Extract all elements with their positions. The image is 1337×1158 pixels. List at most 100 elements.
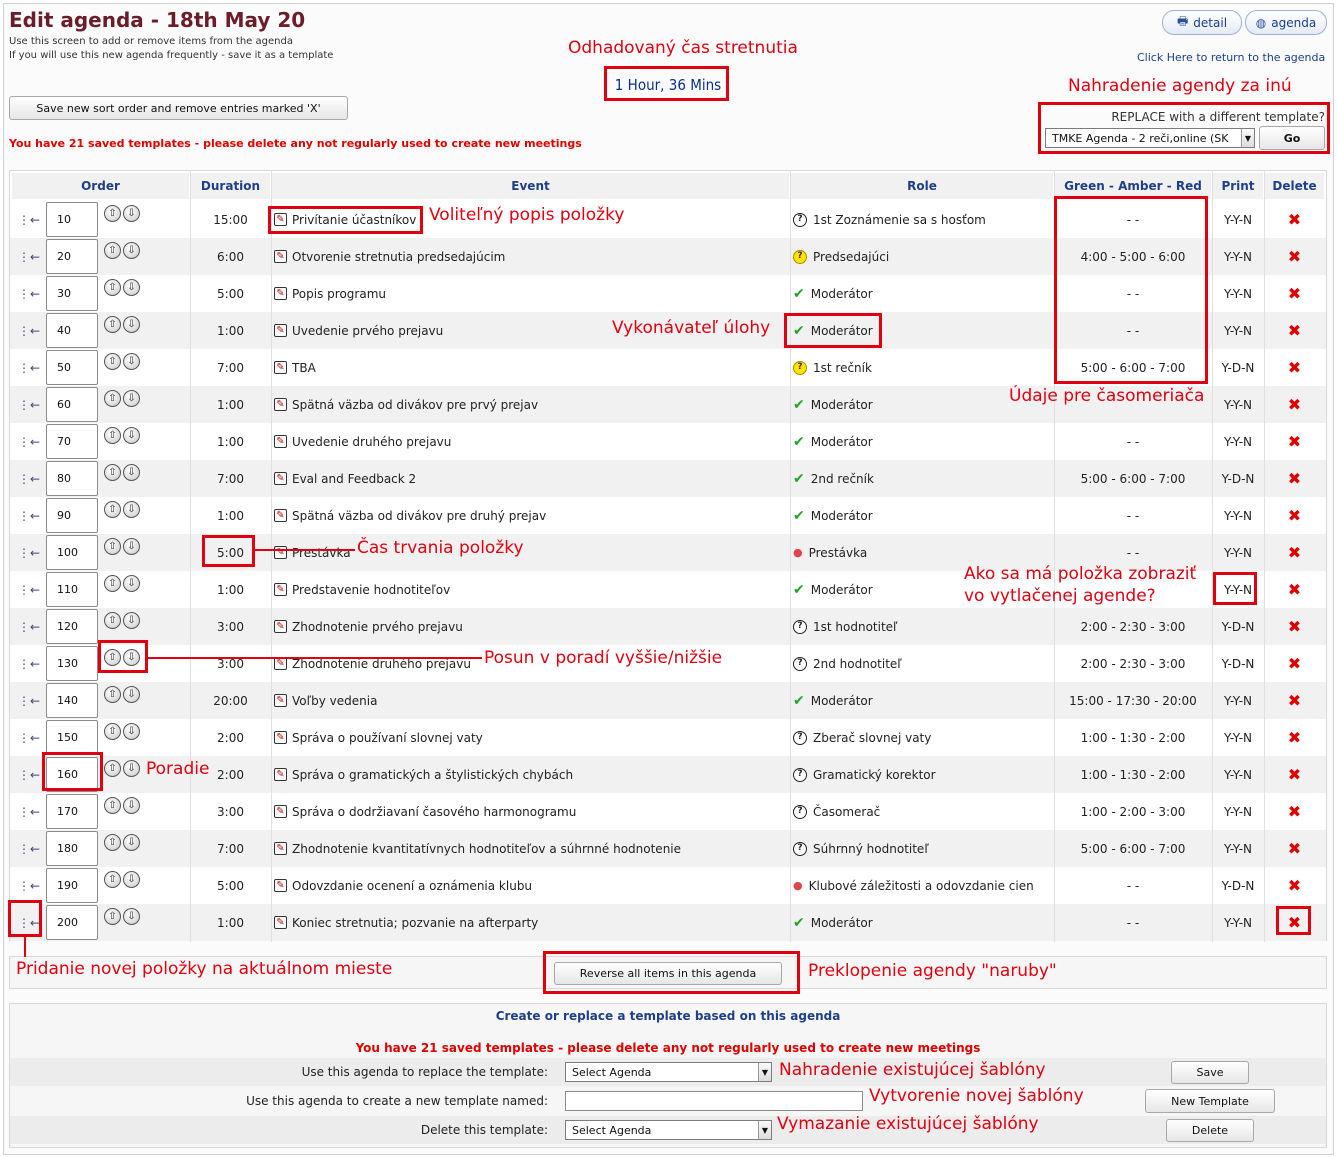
edit-icon[interactable]: ✎	[274, 879, 287, 892]
new-template-name-input[interactable]	[565, 1091, 863, 1111]
order-input[interactable]: 110	[46, 572, 98, 607]
move-down-icon[interactable]: ⇩	[123, 205, 140, 222]
delete-x-icon[interactable]: ✖	[1288, 433, 1301, 450]
new-template-button[interactable]: New Template	[1145, 1089, 1275, 1113]
delete-x-icon[interactable]: ✖	[1288, 396, 1301, 413]
edit-icon[interactable]: ✎	[274, 472, 287, 485]
delete-x-icon[interactable]: ✖	[1288, 359, 1301, 376]
order-input[interactable]: 130	[46, 646, 98, 681]
move-up-icon[interactable]: ⇧	[104, 501, 121, 518]
order-input[interactable]: 120	[46, 609, 98, 644]
insert-item-button[interactable]: ⋮←	[16, 275, 42, 312]
move-up-icon[interactable]: ⇧	[104, 427, 121, 444]
detail-button[interactable]: 🖶 detail	[1162, 10, 1242, 35]
insert-item-button[interactable]: ⋮←	[16, 793, 42, 830]
order-input[interactable]: 30	[46, 276, 98, 311]
delete-x-icon[interactable]: ✖	[1288, 211, 1301, 228]
insert-item-button[interactable]: ⋮←	[16, 867, 42, 904]
move-down-icon[interactable]: ⇩	[123, 686, 140, 703]
edit-icon[interactable]: ✎	[274, 731, 287, 744]
insert-item-button[interactable]: ⋮←	[16, 460, 42, 497]
agenda-button[interactable]: ◍ agenda	[1245, 10, 1327, 35]
insert-item-button[interactable]: ⋮←	[16, 719, 42, 756]
move-up-icon[interactable]: ⇧	[104, 242, 121, 259]
delete-x-icon[interactable]: ✖	[1288, 840, 1301, 857]
order-input[interactable]: 200	[46, 905, 98, 940]
delete-x-icon[interactable]: ✖	[1288, 470, 1301, 487]
delete-x-icon[interactable]: ✖	[1288, 877, 1301, 894]
move-up-icon[interactable]: ⇧	[104, 612, 121, 629]
move-up-icon[interactable]: ⇧	[104, 316, 121, 333]
move-up-icon[interactable]: ⇧	[104, 797, 121, 814]
move-down-icon[interactable]: ⇩	[123, 390, 140, 407]
save-template-button[interactable]: Save	[1171, 1061, 1249, 1084]
delete-x-icon[interactable]: ✖	[1288, 248, 1301, 265]
insert-item-button[interactable]: ⋮←	[16, 423, 42, 460]
order-input[interactable]: 50	[46, 350, 98, 385]
insert-item-button[interactable]: ⋮←	[16, 756, 42, 793]
move-up-icon[interactable]: ⇧	[104, 353, 121, 370]
move-up-icon[interactable]: ⇧	[104, 538, 121, 555]
move-up-icon[interactable]: ⇧	[104, 686, 121, 703]
move-up-icon[interactable]: ⇧	[104, 723, 121, 740]
edit-icon[interactable]: ✎	[274, 546, 287, 559]
edit-icon[interactable]: ✎	[274, 768, 287, 781]
insert-item-button[interactable]: ⋮←	[16, 238, 42, 275]
delete-x-icon[interactable]: ✖	[1288, 692, 1301, 709]
delete-x-icon[interactable]: ✖	[1288, 655, 1301, 672]
move-down-icon[interactable]: ⇩	[123, 242, 140, 259]
move-up-icon[interactable]: ⇧	[104, 908, 121, 925]
edit-icon[interactable]: ✎	[274, 694, 287, 707]
delete-x-icon[interactable]: ✖	[1288, 618, 1301, 635]
move-down-icon[interactable]: ⇩	[123, 723, 140, 740]
replace-template-dropdown[interactable]: Select Agenda ▼	[565, 1062, 772, 1082]
move-down-icon[interactable]: ⇩	[123, 834, 140, 851]
delete-x-icon[interactable]: ✖	[1288, 803, 1301, 820]
move-up-icon[interactable]: ⇧	[104, 575, 121, 592]
insert-item-button[interactable]: ⋮←	[16, 830, 42, 867]
move-up-icon[interactable]: ⇧	[104, 760, 121, 777]
order-input[interactable]: 20	[46, 239, 98, 274]
move-down-icon[interactable]: ⇩	[123, 538, 140, 555]
insert-item-button[interactable]: ⋮←	[16, 571, 42, 608]
insert-item-button[interactable]: ⋮←	[16, 201, 42, 238]
move-up-icon[interactable]: ⇧	[104, 205, 121, 222]
move-up-icon[interactable]: ⇧	[104, 464, 121, 481]
move-down-icon[interactable]: ⇩	[123, 464, 140, 481]
edit-icon[interactable]: ✎	[274, 324, 287, 337]
edit-icon[interactable]: ✎	[274, 287, 287, 300]
order-input[interactable]: 90	[46, 498, 98, 533]
order-input[interactable]: 180	[46, 831, 98, 866]
edit-icon[interactable]: ✎	[274, 435, 287, 448]
edit-icon[interactable]: ✎	[274, 842, 287, 855]
insert-item-button[interactable]: ⋮←	[16, 497, 42, 534]
order-input[interactable]: 190	[46, 868, 98, 903]
edit-icon[interactable]: ✎	[274, 805, 287, 818]
edit-icon[interactable]: ✎	[274, 583, 287, 596]
edit-icon[interactable]: ✎	[274, 361, 287, 374]
order-input[interactable]: 70	[46, 424, 98, 459]
order-input[interactable]: 100	[46, 535, 98, 570]
delete-template-dropdown[interactable]: Select Agenda ▼	[565, 1120, 772, 1140]
insert-item-button[interactable]: ⋮←	[16, 608, 42, 645]
edit-icon[interactable]: ✎	[274, 250, 287, 263]
edit-icon[interactable]: ✎	[274, 620, 287, 633]
edit-icon[interactable]: ✎	[274, 509, 287, 522]
move-down-icon[interactable]: ⇩	[123, 501, 140, 518]
delete-x-icon[interactable]: ✖	[1288, 766, 1301, 783]
delete-x-icon[interactable]: ✖	[1288, 581, 1301, 598]
edit-icon[interactable]: ✎	[274, 916, 287, 929]
delete-template-button[interactable]: Delete	[1166, 1119, 1254, 1142]
delete-x-icon[interactable]: ✖	[1288, 729, 1301, 746]
move-down-icon[interactable]: ⇩	[123, 797, 140, 814]
order-input[interactable]: 80	[46, 461, 98, 496]
insert-item-button[interactable]: ⋮←	[16, 682, 42, 719]
order-input[interactable]: 40	[46, 313, 98, 348]
move-down-icon[interactable]: ⇩	[123, 871, 140, 888]
insert-item-button[interactable]: ⋮←	[16, 534, 42, 571]
move-down-icon[interactable]: ⇩	[123, 316, 140, 333]
insert-item-button[interactable]: ⋮←	[16, 386, 42, 423]
order-input[interactable]: 150	[46, 720, 98, 755]
move-down-icon[interactable]: ⇩	[123, 612, 140, 629]
move-down-icon[interactable]: ⇩	[123, 427, 140, 444]
